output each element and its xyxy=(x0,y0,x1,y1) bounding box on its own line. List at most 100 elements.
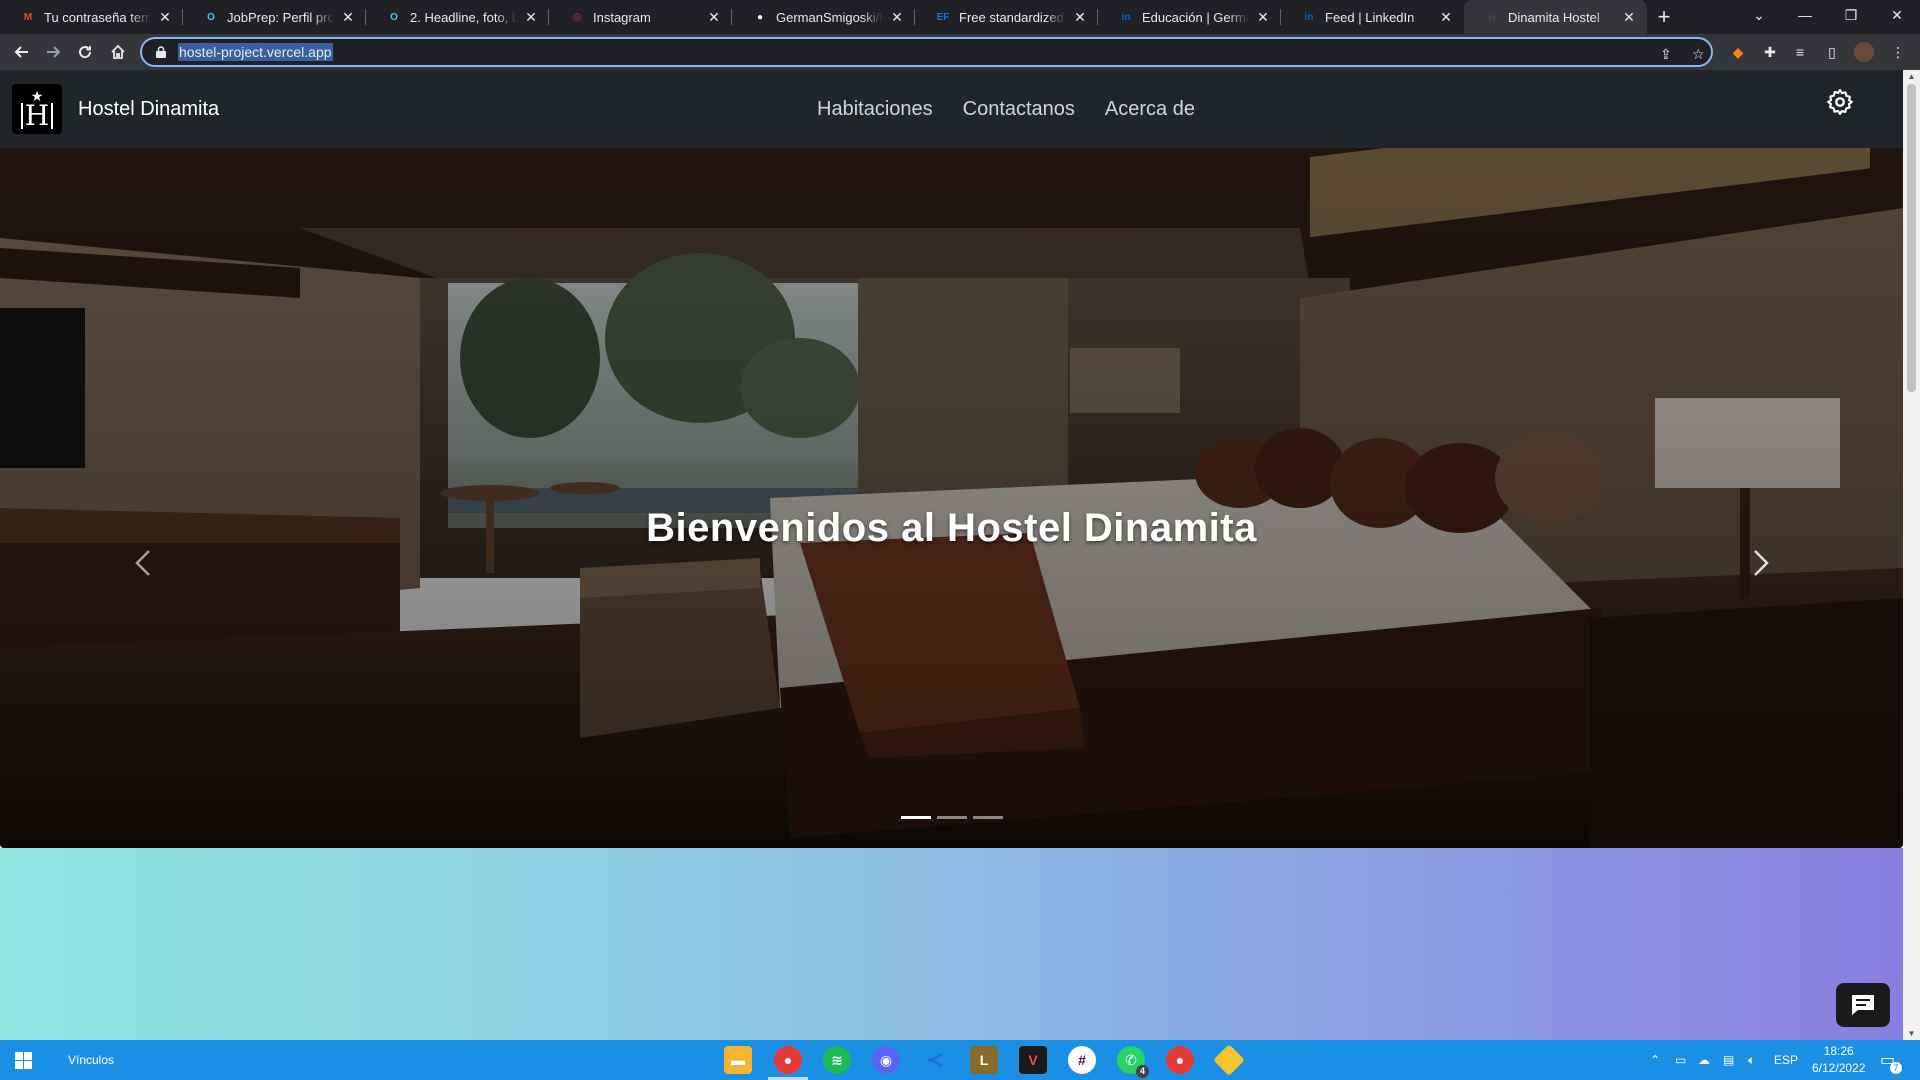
tab-close-icon[interactable]: ✕ xyxy=(706,9,722,25)
scrollbar-thumb[interactable] xyxy=(1907,84,1916,392)
brand-name[interactable]: Hostel Dinamita xyxy=(78,98,219,121)
discord-icon[interactable]: ◉ xyxy=(872,1046,900,1074)
back-arrow-icon xyxy=(14,46,28,58)
tab-close-icon[interactable]: ✕ xyxy=(889,9,905,25)
tab-title: Instagram xyxy=(593,9,651,25)
nav-link-contactanos[interactable]: Contactanos xyxy=(963,98,1075,121)
tab-search-icon[interactable]: ⌄ xyxy=(1736,0,1782,30)
tab-title: Dinamita Hostel xyxy=(1508,9,1600,25)
browser-tab[interactable]: in Feed | LinkedIn ✕ xyxy=(1281,0,1464,34)
vscode-icon[interactable]: ≺ xyxy=(921,1046,949,1074)
windows-taskbar: Vínculos ▬ ● ≋ ◉ ≺ L V # ✆ 4 ● ⌃ ▭ ☁ ▤ 🔈… xyxy=(0,1040,1920,1080)
browser-tab[interactable]: O 2. Headline, foto, banner ✕ xyxy=(366,0,549,34)
nav-link-habitaciones[interactable]: Habitaciones xyxy=(817,98,933,121)
tab-list: M Tu contraseña temporal ✕ O JobPrep: Perfil… xyxy=(0,0,1647,34)
slack-icon[interactable]: # xyxy=(1068,1046,1096,1074)
instagram-icon: ◎ xyxy=(572,11,582,23)
browser-tab[interactable]: ● GermanSmigoski/Poke ✕ xyxy=(732,0,915,34)
browser-tab[interactable]: EF Free standardized Eng ✕ xyxy=(915,0,1098,34)
new-tab-button[interactable]: + xyxy=(1647,0,1681,34)
hostel-icon: H xyxy=(1488,11,1496,23)
reload-icon xyxy=(79,46,92,59)
file-explorer-icon[interactable]: ▬ xyxy=(724,1046,752,1074)
hostel-logo[interactable]: ★ H xyxy=(12,84,62,134)
git-kraken-icon[interactable] xyxy=(1213,1044,1245,1076)
browser-tab[interactable]: O JobPrep: Perfil profesional ✕ xyxy=(183,0,366,34)
language-indicator[interactable]: ESP xyxy=(1774,1040,1798,1080)
ef-icon: EF xyxy=(936,11,950,23)
restore-button[interactable]: ❐ xyxy=(1828,0,1874,30)
links-toolbar-label[interactable]: Vínculos xyxy=(68,1053,114,1067)
tab-close-icon[interactable]: ✕ xyxy=(1438,9,1454,25)
tab-close-icon[interactable]: ✕ xyxy=(340,9,356,25)
carousel-prev-button[interactable] xyxy=(124,543,164,583)
chat-bubble-icon xyxy=(1852,995,1874,1015)
nav-links: Habitaciones Contactanos Acerca de xyxy=(817,98,1195,121)
tab-close-icon[interactable]: ✕ xyxy=(157,9,173,25)
tab-title: Educación | German S xyxy=(1142,9,1249,25)
browser-tab[interactable]: M Tu contraseña temporal ✕ xyxy=(0,0,183,34)
web-page: ★ H Hostel Dinamita Habitaciones Contact… xyxy=(0,70,1920,1040)
whatsapp-icon[interactable]: ✆ 4 xyxy=(1117,1046,1149,1078)
carousel-next-button[interactable] xyxy=(1740,543,1780,583)
volume-icon[interactable]: 🔈︎ xyxy=(1748,1040,1755,1080)
circle-icon: O xyxy=(390,11,398,23)
extensions-puzzle-icon[interactable]: ✚ xyxy=(1760,42,1780,62)
side-panel-icon[interactable]: ▯ xyxy=(1822,42,1842,62)
chrome-profile-icon[interactable]: ● xyxy=(1166,1046,1194,1074)
carousel-indicator-1[interactable] xyxy=(901,816,931,819)
tab-close-icon[interactable]: ✕ xyxy=(1621,9,1637,25)
network-icon[interactable]: ▤ xyxy=(1723,1040,1734,1080)
scroll-down-arrow-icon[interactable]: ▼ xyxy=(1907,1029,1916,1038)
browser-tab[interactable]: ◎ Instagram ✕ xyxy=(549,0,732,34)
tab-close-icon[interactable]: ✕ xyxy=(1072,9,1088,25)
page-scrollbar[interactable]: ▲ ▼ xyxy=(1903,70,1920,1040)
clock-time: 18:26 xyxy=(1823,1044,1854,1058)
tab-close-icon[interactable]: ✕ xyxy=(1255,9,1271,25)
url-text[interactable]: hostel-project.vercel.app xyxy=(178,43,333,61)
onedrive-icon[interactable]: ☁ xyxy=(1698,1040,1710,1080)
address-bar[interactable]: hostel-project.vercel.app ⇪ ☆ xyxy=(140,37,1713,67)
forward-button[interactable] xyxy=(37,36,69,68)
logo-letter: H xyxy=(20,102,54,130)
carousel-indicator-3[interactable] xyxy=(973,816,1003,819)
clock-date: 6/12/2022 xyxy=(1812,1061,1866,1075)
scroll-up-arrow-icon[interactable]: ▲ xyxy=(1907,72,1916,81)
browser-menu-icon[interactable]: ⋮ xyxy=(1888,42,1908,62)
tab-close-icon[interactable]: ✕ xyxy=(523,9,539,25)
spotify-icon[interactable]: ≋ xyxy=(823,1046,851,1074)
share-icon[interactable]: ⇪ xyxy=(1660,46,1672,63)
tab-title: Free standardized Eng xyxy=(959,9,1066,25)
media-control-icon[interactable]: ≡ xyxy=(1790,42,1810,62)
home-button[interactable] xyxy=(102,36,134,68)
chrome-icon[interactable]: ● xyxy=(774,1046,802,1074)
tab-title: Tu contraseña temporal xyxy=(44,9,151,25)
notifications-button[interactable]: ▭ 7 xyxy=(1880,1040,1902,1080)
carousel-indicator-2[interactable] xyxy=(937,816,967,819)
browser-tab[interactable]: H Dinamita Hostel ✕ xyxy=(1464,0,1647,34)
gmail-icon: M xyxy=(23,11,33,23)
tab-title: GermanSmigoski/Poke xyxy=(776,9,883,25)
settings-gear-icon[interactable] xyxy=(1826,88,1854,116)
metamask-extension-icon[interactable]: ◆ xyxy=(1728,42,1748,62)
hero-title: Bienvenidos al Hostel Dinamita xyxy=(646,506,1257,550)
nav-link-acerca-de[interactable]: Acerca de xyxy=(1105,98,1195,121)
close-window-button[interactable]: ✕ xyxy=(1874,0,1920,30)
browser-tab[interactable]: in Educación | German S ✕ xyxy=(1098,0,1281,34)
clock[interactable]: 18:26 6/12/2022 xyxy=(1812,1040,1865,1080)
bookmark-star-icon[interactable]: ☆ xyxy=(1692,46,1705,63)
windows-start-icon[interactable] xyxy=(15,1052,32,1069)
league-of-legends-icon[interactable]: L xyxy=(970,1046,998,1074)
back-button[interactable] xyxy=(6,36,38,68)
minimize-button[interactable]: — xyxy=(1782,0,1828,30)
meet-icon[interactable]: ▭ xyxy=(1675,1040,1686,1080)
valorant-icon[interactable]: V xyxy=(1019,1046,1047,1074)
notification-count: 7 xyxy=(1890,1062,1902,1074)
tray-overflow-icon[interactable]: ⌃ xyxy=(1650,1040,1660,1080)
profile-avatar[interactable] xyxy=(1854,42,1874,62)
tab-title: 2. Headline, foto, banner xyxy=(410,9,517,25)
reload-button[interactable] xyxy=(69,36,101,68)
chat-widget-button[interactable] xyxy=(1836,983,1890,1027)
linkedin-icon: in xyxy=(1304,11,1314,23)
circle-icon: O xyxy=(207,11,215,23)
